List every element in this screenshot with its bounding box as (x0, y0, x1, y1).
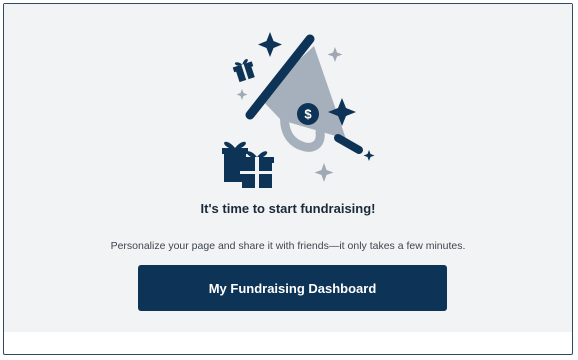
small-gift-icon (232, 58, 255, 83)
empty-state-card: $ It's time to start fundraising! Person… (4, 4, 572, 332)
fundraising-panel: $ It's time to start fundraising! Person… (3, 3, 573, 355)
my-fundraising-dashboard-button[interactable]: My Fundraising Dashboard (138, 265, 447, 311)
empty-state-headline: It's time to start fundraising! (200, 201, 376, 216)
gift-box-icon (222, 141, 274, 188)
dollar-coin-icon: $ (297, 103, 319, 125)
empty-state-subtext: Personalize your page and share it with … (110, 240, 466, 252)
coin-symbol: $ (304, 107, 312, 122)
fundraising-illustration: $ (222, 32, 375, 188)
megaphone-icon (245, 34, 363, 154)
